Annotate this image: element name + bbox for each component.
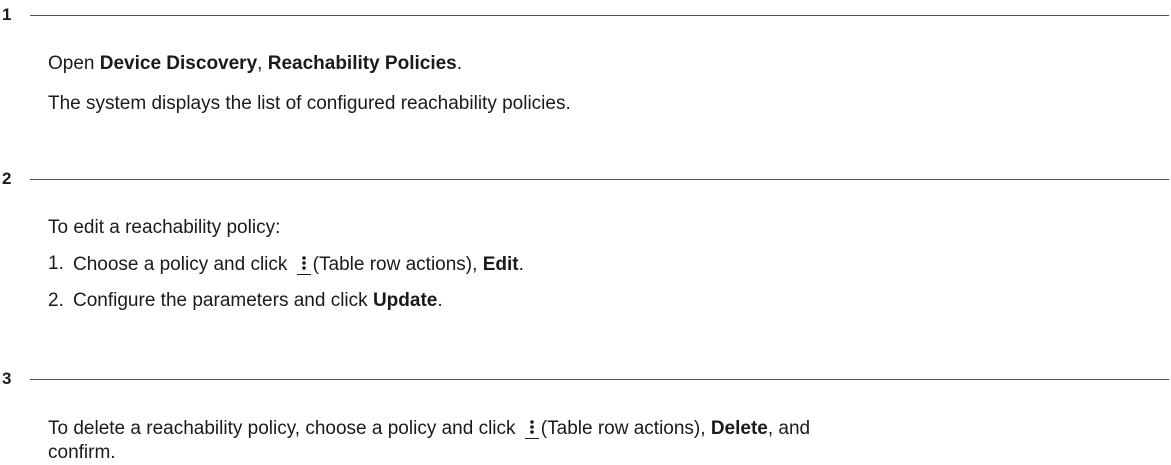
step-header: 3 [0,368,1171,392]
text-run: To delete a reachability policy, choose … [48,418,521,439]
step-1: 1 Open Device Discovery, Reachability Po… [0,4,1171,116]
sub-step-number: 2. [48,290,64,311]
instruction-text: To delete a reachability policy, choose … [48,416,838,465]
text-run: Configure the parameters and click [73,290,373,311]
menu-item-delete: Delete [710,418,768,439]
result-text: The system displays the list of configur… [48,93,571,114]
button-label-update: Update [372,290,438,311]
menu-path-reachability-policies: Reachability Policies [267,53,457,74]
text-run: . [456,53,463,74]
step-header: 1 [0,4,1171,28]
kebab-icon [524,416,539,439]
sub-step-item: 2. Configure the parameters and click Up… [48,289,1151,313]
menu-item-edit: Edit [482,254,519,275]
icon-label: (Table row actions), [540,418,711,439]
text-run: . [518,254,524,275]
text-run: Open [48,53,100,74]
step-header: 2 [0,168,1171,192]
menu-path-device-discovery: Device Discovery [99,53,258,74]
instruction-text: Open Device Discovery, Reachability Poli… [48,52,1151,76]
sub-step-number: 1. [48,253,64,274]
step-number: 3 [2,369,12,388]
sub-step-list: 1. Choose a policy and click (Table row … [48,252,1151,313]
text-run: Choose a policy and click [73,254,293,275]
kebab-icon [296,252,311,275]
step-3: 3 To delete a reachability policy, choos… [0,368,1171,465]
sub-step-item: 1. Choose a policy and click (Table row … [48,252,1151,277]
step-body: To delete a reachability policy, choose … [0,392,1171,465]
instruction-text: To edit a reachability policy: [48,217,281,238]
step-divider [30,15,1169,16]
step-number: 1 [2,5,12,24]
step-body: To edit a reachability policy: 1. Choose… [0,192,1171,313]
procedure-page: 1 Open Device Discovery, Reachability Po… [0,0,1171,465]
text-run: . [437,290,443,311]
step-2: 2 To edit a reachability policy: 1. Choo… [0,168,1171,313]
icon-label: (Table row actions), [312,254,483,275]
step-number: 2 [2,169,12,188]
text-run: , [257,53,268,74]
step-body: Open Device Discovery, Reachability Poli… [0,28,1171,116]
step-divider [30,379,1169,380]
step-divider [30,179,1169,180]
